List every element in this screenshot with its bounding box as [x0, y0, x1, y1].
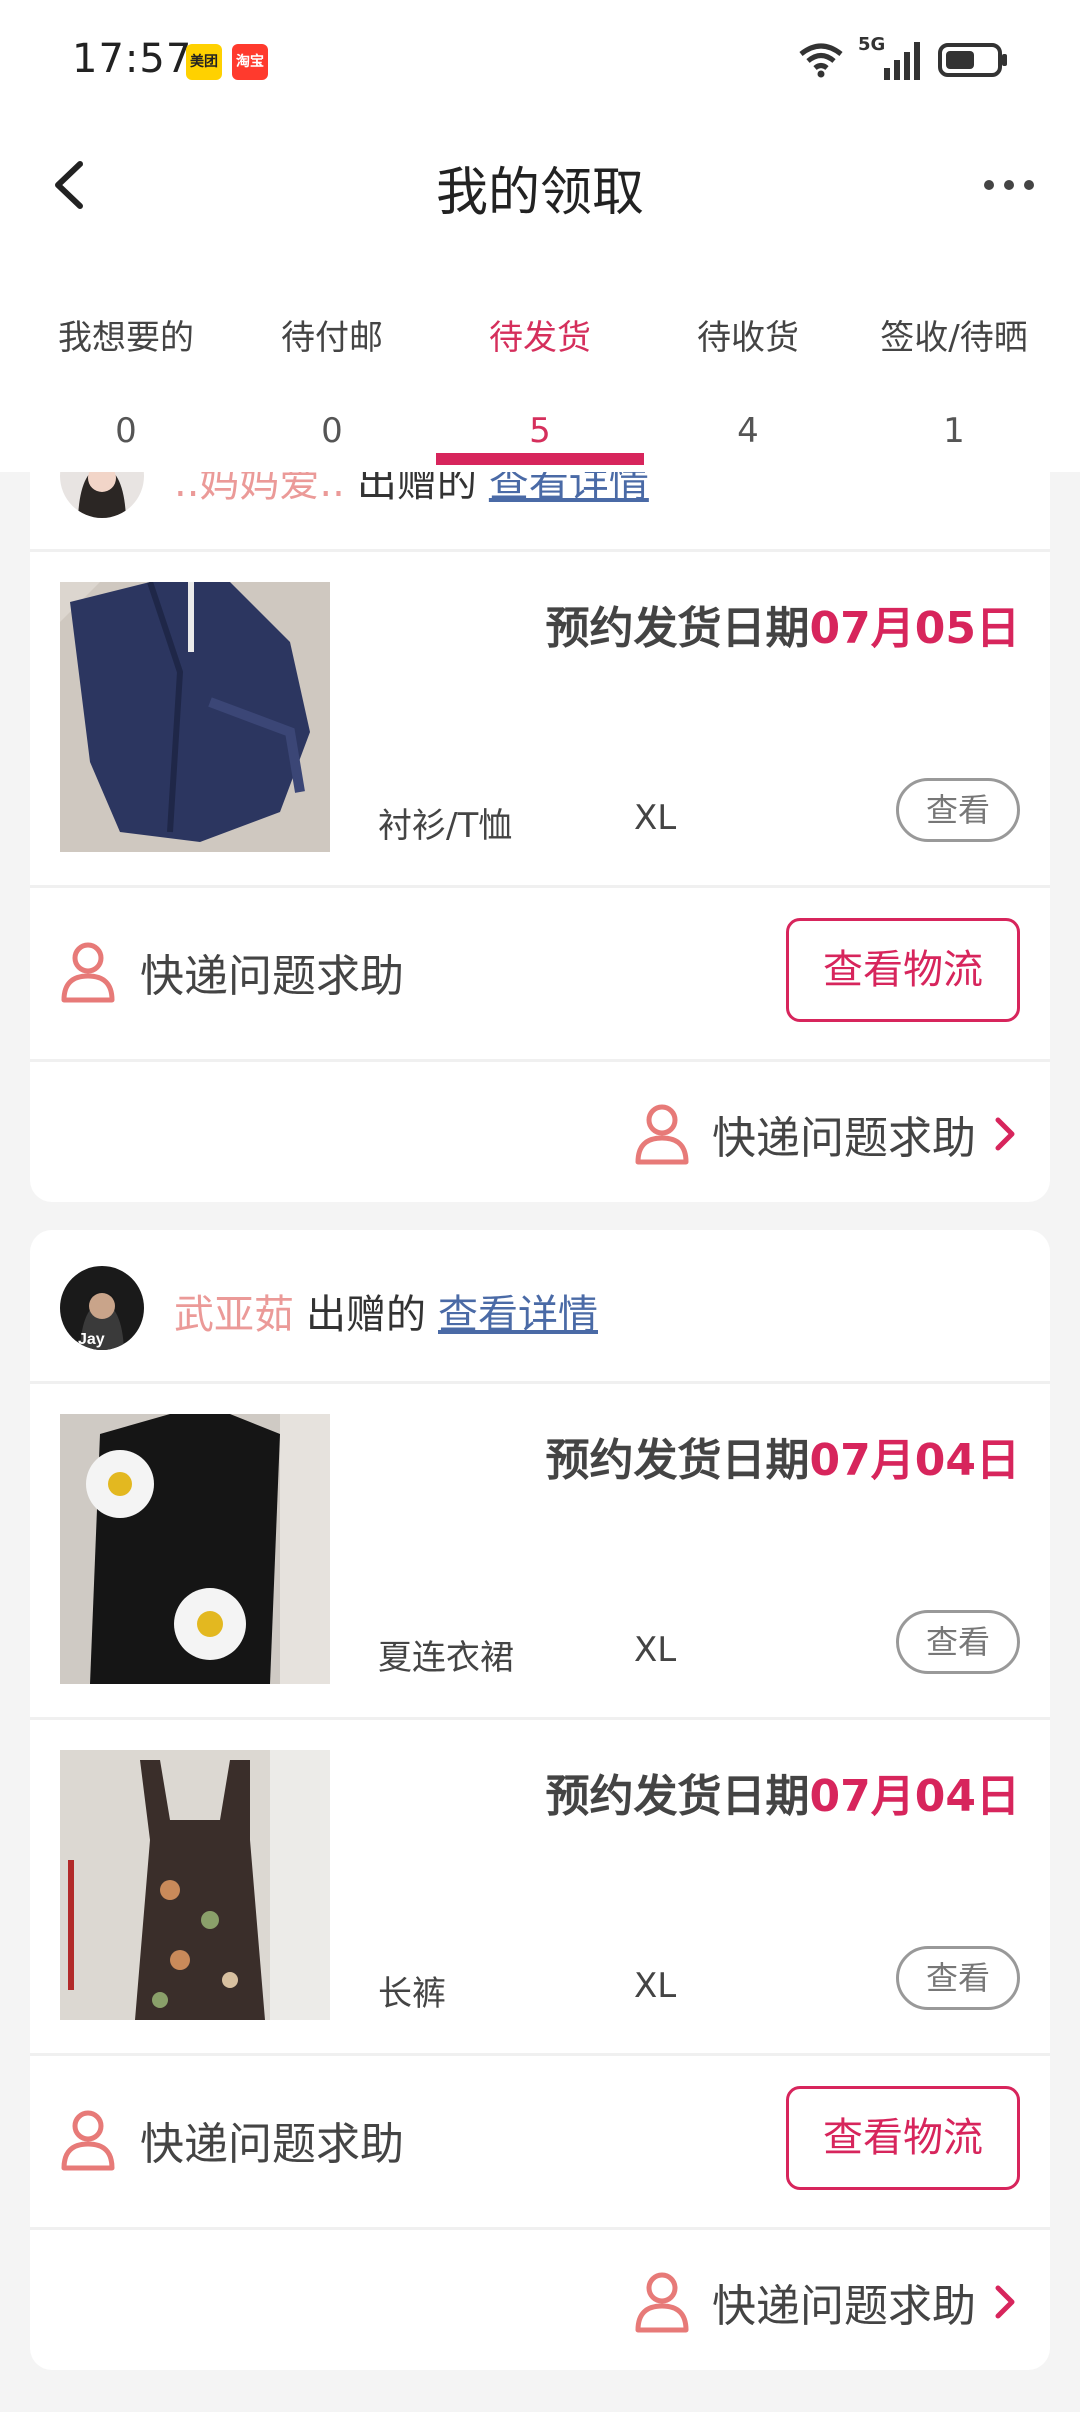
item-photo[interactable]: [60, 582, 330, 852]
view-item-button[interactable]: 查看: [896, 778, 1020, 842]
donor-verb: 出赠的: [306, 1292, 426, 1338]
status-icons: 5G: [798, 34, 1008, 82]
order-card: ..妈妈爱.. 出赠的 查看详情 预约发货日期07月05日 衬衫/T恤 XL 查看: [30, 398, 1050, 1202]
tab-pending-postage[interactable]: 待付邮 0: [224, 310, 440, 451]
help-footer: 快递问题求助: [30, 2230, 1050, 2370]
person-icon: [635, 2272, 689, 2333]
status-time: 17:57: [72, 36, 193, 82]
view-details-link[interactable]: 查看详情: [438, 1292, 598, 1338]
express-help-link[interactable]: 快递问题求助: [60, 940, 404, 1004]
tab-label: 待发货: [489, 318, 591, 358]
express-help-footer-link[interactable]: 快递问题求助: [634, 1102, 1020, 1166]
tab-label: 签收/待晒: [880, 318, 1028, 358]
express-help-link[interactable]: 快递问题求助: [60, 2108, 404, 2172]
donor-row: Jay 武亚茹 出赠的 查看详情: [30, 1230, 1050, 1384]
donor-info: 武亚茹 出赠的 查看详情: [174, 1282, 598, 1340]
tab-count: 1: [943, 411, 965, 451]
help-row: 快递问题求助 查看物流: [30, 888, 1050, 1062]
chevron-right-icon: [995, 2285, 1015, 2319]
chevron-right-icon: [995, 1117, 1015, 1151]
svg-text:Jay: Jay: [78, 1331, 105, 1348]
tab-signed-review[interactable]: 签收/待晒 1: [846, 310, 1062, 451]
express-help-label: 快递问题求助: [140, 951, 404, 1002]
person-icon: [635, 1104, 689, 1165]
help-footer: 快递问题求助: [30, 1062, 1050, 1202]
tab-pending-shipment[interactable]: 待发货 5: [432, 310, 648, 451]
more-icon[interactable]: [974, 160, 1044, 210]
ship-date: 预约发货日期07月04日: [546, 1424, 1020, 1488]
order-card: Jay 武亚茹 出赠的 查看详情 预约发货日期07月04日 夏连衣裙 XL 查看…: [30, 1230, 1050, 2370]
wifi-icon: [799, 43, 843, 78]
express-help-label: 快递问题求助: [140, 2119, 404, 2170]
donor-name[interactable]: 武亚茹: [174, 1292, 294, 1338]
daisy: [86, 1450, 154, 1518]
tab-label: 待付邮: [281, 318, 383, 358]
ship-date-value: 07月04日: [809, 1771, 1020, 1822]
page-title: 我的领取: [435, 163, 644, 223]
item-category: 衬衫/T恤: [378, 806, 513, 846]
ship-date-label: 预约发货日期: [545, 603, 810, 654]
item-row[interactable]: 预约发货日期07月04日 长裤 XL 查看: [30, 1720, 1050, 2056]
status-bar: 17:57 美团 淘宝 5G: [0, 0, 1080, 120]
tab-count: 4: [737, 411, 759, 451]
express-help-footer-link[interactable]: 快递问题求助: [634, 2270, 1020, 2334]
ship-date-value: 07月04日: [809, 1435, 1020, 1486]
view-logistics-button[interactable]: 查看物流: [786, 2086, 1020, 2190]
express-help-footer-label: 快递问题求助: [712, 1113, 976, 1164]
tab-pending-receipt[interactable]: 待收货 4: [640, 310, 856, 451]
item-row[interactable]: 预约发货日期07月04日 夏连衣裙 XL 查看: [30, 1384, 1050, 1720]
item-category: 长裤: [378, 1974, 446, 2014]
person-icon: [61, 942, 115, 1003]
tab-label: 我想要的: [58, 318, 194, 358]
item-row[interactable]: 预约发货日期07月05日 衬衫/T恤 XL 查看: [30, 552, 1050, 888]
ship-date-label: 预约发货日期: [545, 1435, 810, 1486]
tab-count: 5: [529, 411, 551, 451]
status-tabs: 我想要的 0 待付邮 0 待发货 5 待收货 4 签收/待晒 1: [0, 250, 1080, 472]
item-size: XL: [634, 1966, 677, 2006]
avatar[interactable]: Jay: [60, 1266, 144, 1350]
tab-count: 0: [115, 411, 137, 451]
view-item-button[interactable]: 查看: [896, 1946, 1020, 2010]
tab-label: 待收货: [697, 318, 799, 358]
item-size: XL: [634, 1630, 677, 1670]
item-category: 夏连衣裙: [378, 1638, 514, 1678]
express-help-footer-label: 快递问题求助: [712, 2281, 976, 2332]
tab-want[interactable]: 我想要的 0: [18, 310, 234, 451]
person-icon: [61, 2110, 115, 2171]
item-photo[interactable]: [60, 1750, 330, 2020]
ship-date-value: 07月05日: [809, 603, 1020, 654]
ship-date: 预约发货日期07月05日: [546, 592, 1020, 656]
ship-date: 预约发货日期07月04日: [546, 1760, 1020, 1824]
active-tab-indicator: [436, 453, 644, 465]
view-logistics-button[interactable]: 查看物流: [786, 918, 1020, 1022]
tab-count: 0: [321, 411, 343, 451]
ship-date-label: 预约发货日期: [545, 1771, 810, 1822]
view-item-button[interactable]: 查看: [896, 1610, 1020, 1674]
taobao-app-icon: 淘宝: [232, 44, 268, 80]
signal-icon: 5G: [858, 34, 924, 82]
meituan-app-icon: 美团: [186, 44, 222, 80]
item-size: XL: [634, 798, 677, 838]
battery-icon: [938, 43, 1007, 77]
nav-bar: 我的领取: [0, 120, 1080, 250]
item-photo[interactable]: [60, 1414, 330, 1684]
help-row: 快递问题求助 查看物流: [30, 2056, 1050, 2230]
